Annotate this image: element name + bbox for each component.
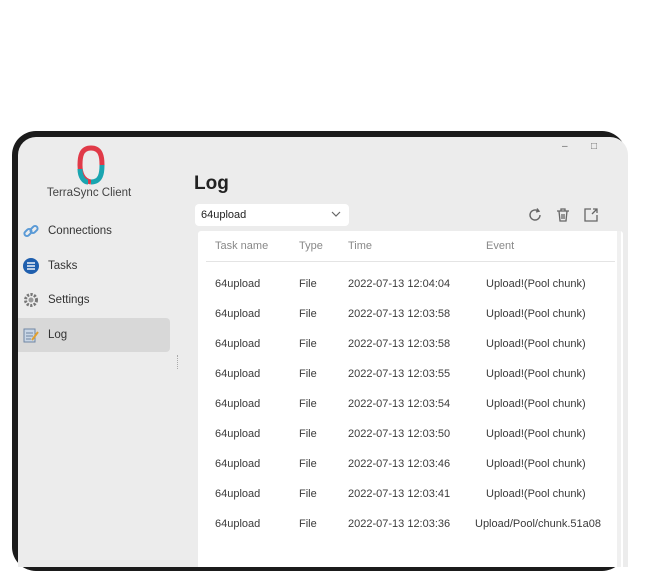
table-row[interactable]: 64upload File 2022-07-13 12:03:58 Upload… — [198, 329, 623, 359]
cell-type: File — [299, 398, 317, 410]
cell-time: 2022-07-13 12:03:36 — [348, 518, 451, 530]
cell-event: Upload!(Pool chunk) — [486, 458, 586, 470]
cell-task: 64upload — [215, 398, 261, 410]
table-row[interactable]: 64upload File 2022-07-13 12:04:04 Upload… — [198, 269, 623, 299]
cell-event: Upload!(Pool chunk) — [486, 308, 586, 320]
sidebar-item-label: Settings — [48, 294, 90, 306]
header-divider — [206, 261, 615, 262]
log-table: Task name Type Time Event 64upload File … — [198, 231, 623, 567]
cell-event: Upload!(Pool chunk) — [486, 398, 586, 410]
sidebar-item-log[interactable]: Log — [18, 318, 170, 352]
cell-event: Upload!(Pool chunk) — [486, 488, 586, 500]
cell-type: File — [299, 308, 317, 320]
cell-time: 2022-07-13 12:03:50 — [348, 428, 451, 440]
cell-event: Upload!(Pool chunk) — [486, 338, 586, 350]
task-select-value: 64upload — [201, 209, 247, 221]
cell-event: Upload!(Pool chunk) — [486, 368, 586, 380]
gear-icon — [22, 291, 40, 309]
cell-event: Upload/Pool/chunk.51a08 — [475, 518, 601, 530]
cell-task: 64upload — [215, 308, 261, 320]
link-icon — [22, 222, 40, 240]
cell-time: 2022-07-13 12:03:46 — [348, 458, 451, 470]
sidebar-item-connections[interactable]: Connections — [18, 214, 170, 248]
cell-time: 2022-07-13 12:03:58 — [348, 308, 451, 320]
table-row[interactable]: 64upload File 2022-07-13 12:03:46 Upload… — [198, 449, 623, 479]
column-header-type[interactable]: Type — [299, 240, 323, 252]
cell-type: File — [299, 518, 317, 530]
column-header-time[interactable]: Time — [348, 240, 372, 252]
sidebar-item-label: Log — [48, 329, 68, 341]
table-row[interactable]: 64upload File 2022-07-13 12:03:58 Upload… — [198, 299, 623, 329]
cell-type: File — [299, 488, 317, 500]
app-window: – □ TerraSync Client Connections Tasks S… — [18, 137, 628, 567]
cell-task: 64upload — [215, 458, 261, 470]
page-title: Log — [194, 173, 229, 194]
cell-time: 2022-07-13 12:03:58 — [348, 338, 451, 350]
list-icon — [22, 257, 40, 275]
sidebar-item-label: Connections — [48, 225, 112, 237]
cell-event: Upload!(Pool chunk) — [486, 278, 586, 290]
cell-time: 2022-07-13 12:03:55 — [348, 368, 451, 380]
cell-event: Upload!(Pool chunk) — [486, 428, 586, 440]
cell-type: File — [299, 338, 317, 350]
column-header-event[interactable]: Event — [486, 240, 514, 252]
sidebar: TerraSync Client Connections Tasks Setti… — [18, 137, 178, 567]
task-select[interactable]: 64upload — [195, 204, 349, 226]
cell-task: 64upload — [215, 278, 261, 290]
refresh-icon[interactable] — [527, 207, 543, 223]
table-row[interactable]: 64upload File 2022-07-13 12:03:54 Upload… — [198, 389, 623, 419]
sidebar-item-tasks[interactable]: Tasks — [18, 249, 170, 283]
cell-type: File — [299, 458, 317, 470]
cell-type: File — [299, 278, 317, 290]
column-header-task-name[interactable]: Task name — [215, 240, 268, 252]
table-row[interactable]: 64upload File 2022-07-13 12:03:41 Upload… — [198, 479, 623, 509]
app-name: TerraSync Client — [46, 187, 132, 199]
cell-time: 2022-07-13 12:04:04 — [348, 278, 451, 290]
app-logo-icon — [77, 145, 105, 185]
log-icon — [22, 326, 40, 344]
trash-icon[interactable] — [555, 207, 571, 223]
cell-time: 2022-07-13 12:03:54 — [348, 398, 451, 410]
table-row[interactable]: 64upload File 2022-07-13 12:03:36 Upload… — [198, 509, 623, 539]
sidebar-resize-handle[interactable] — [177, 355, 180, 369]
cell-task: 64upload — [215, 338, 261, 350]
chevron-down-icon — [331, 209, 341, 222]
cell-type: File — [299, 428, 317, 440]
table-row[interactable]: 64upload File 2022-07-13 12:03:50 Upload… — [198, 419, 623, 449]
cell-time: 2022-07-13 12:03:41 — [348, 488, 451, 500]
table-scrollbar[interactable] — [617, 231, 621, 567]
sidebar-item-settings[interactable]: Settings — [18, 283, 170, 317]
cell-task: 64upload — [215, 518, 261, 530]
cell-type: File — [299, 368, 317, 380]
cell-task: 64upload — [215, 368, 261, 380]
sidebar-item-label: Tasks — [48, 260, 78, 272]
maximize-button[interactable]: □ — [591, 141, 597, 152]
export-icon[interactable] — [583, 207, 599, 223]
cell-task: 64upload — [215, 488, 261, 500]
cell-task: 64upload — [215, 428, 261, 440]
table-header: Task name Type Time Event — [198, 231, 623, 261]
minimize-button[interactable]: – — [562, 141, 568, 152]
table-row[interactable]: 64upload File 2022-07-13 12:03:55 Upload… — [198, 359, 623, 389]
